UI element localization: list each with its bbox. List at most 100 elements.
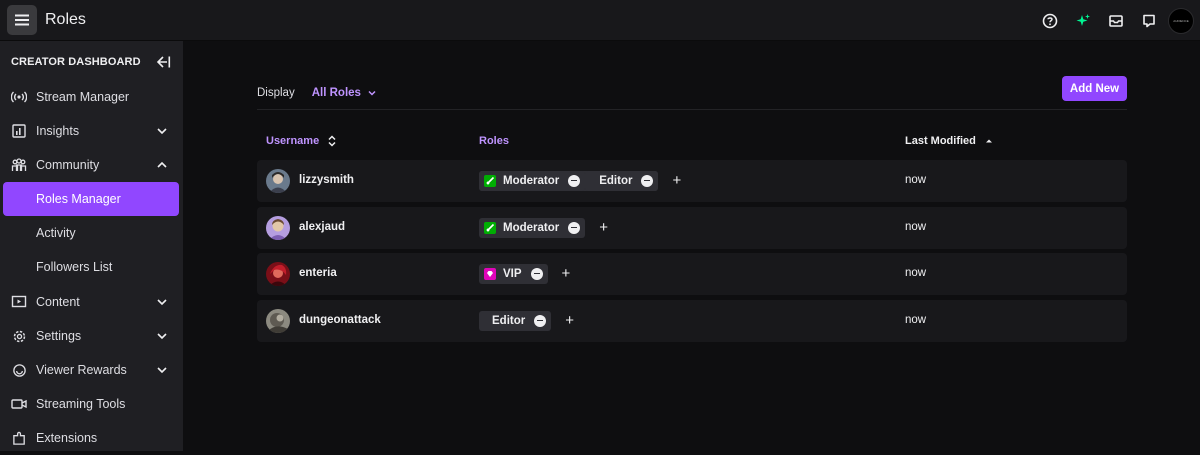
user-avatar [266,262,290,286]
add-role-icon[interactable]: + [672,173,681,188]
avatar-logo-text: AUDIENCE [1173,19,1189,23]
sidebar-item-label: Streaming Tools [36,397,126,411]
display-label: Display [257,86,295,99]
extensions-icon [10,429,28,447]
last-modified: now [905,221,927,233]
sidebar: CREATOR DASHBOARD Stream Manager Insight… [0,41,183,451]
role-chip-editor: Editor [479,310,552,331]
add-role-icon[interactable]: + [562,266,571,281]
sidebar-item-viewer-rewards[interactable]: Viewer Rewards [3,353,179,387]
sort-ascending-icon [985,139,992,143]
sidebar-title: CREATOR DASHBOARD [11,56,141,68]
column-header-label: Roles [479,135,509,147]
table-header: Username Roles Last Modified [257,133,1127,153]
chevron-down-icon [157,128,167,135]
role-chip-editor: Editor [585,170,659,191]
community-icon [10,156,28,174]
sidebar-item-label: Activity [36,226,76,240]
chevron-up-icon [157,161,167,168]
help-button[interactable] [1033,6,1066,36]
role-chips: Editor + [479,310,574,331]
sidebar-item-label: Settings [36,329,82,343]
username: lizzysmith [299,174,354,186]
add-new-button[interactable]: Add New [1062,76,1127,101]
page-title: Roles [45,11,86,28]
role-chips: Moderator Editor + [479,170,681,191]
hamburger-icon [15,14,29,26]
top-bar: Roles AUDIENCE [0,0,1200,41]
rewards-icon [10,361,28,379]
remove-role-icon[interactable] [641,174,654,187]
broadcast-icon [10,88,28,106]
chevron-down-icon [157,367,167,374]
remove-role-icon[interactable] [534,314,547,327]
sidebar-item-content[interactable]: Content [3,285,179,319]
collapse-sidebar-icon[interactable] [155,55,171,69]
sidebar-item-streaming-tools[interactable]: Streaming Tools [3,387,179,421]
sidebar-item-insights[interactable]: Insights [3,114,179,148]
remove-role-icon[interactable] [530,267,543,280]
roles-filter-dropdown[interactable]: All Roles [312,87,378,99]
table-row[interactable]: alexjaud Moderator + now [257,207,1127,249]
sparkle-button[interactable] [1066,6,1099,36]
role-label: Moderator [503,221,560,234]
last-modified: now [905,314,927,326]
hamburger-menu-button[interactable] [7,5,37,35]
sidebar-item-settings[interactable]: Settings [3,319,179,353]
user-avatar[interactable]: AUDIENCE [1168,8,1194,34]
last-modified: now [905,174,927,186]
sidebar-item-label: Community [36,158,100,172]
role-chip-moderator: Moderator [479,170,586,191]
sidebar-item-label: Roles Manager [36,192,121,206]
sidebar-item-label: Insights [36,124,80,138]
chevron-down-icon [368,90,376,96]
insights-icon [10,122,28,140]
whispers-button[interactable] [1132,6,1165,36]
sword-icon [484,174,496,187]
sidebar-item-label: Stream Manager [36,90,130,104]
column-header-roles: Roles [479,135,509,147]
role-chips: VIP + [479,263,570,284]
table-row[interactable]: dungeonattack Editor + now [257,300,1127,342]
role-chip-vip: VIP [479,263,548,284]
sidebar-item-roles-manager[interactable]: Roles Manager [3,182,179,216]
inbox-button[interactable] [1099,6,1132,36]
sidebar-item-label: Extensions [36,431,98,445]
role-label: Moderator [503,174,560,187]
remove-role-icon[interactable] [568,221,581,234]
add-role-icon[interactable]: + [599,220,608,235]
table-row[interactable]: enteria VIP + now [257,253,1127,295]
sidebar-item-community[interactable]: Community [3,148,179,182]
help-icon [1042,13,1057,29]
sort-icon [328,135,336,147]
diamond-icon [484,267,496,280]
role-label: Editor [599,174,633,187]
sidebar-item-label: Followers List [36,260,113,274]
whispers-icon [1142,14,1155,28]
remove-role-icon[interactable] [568,174,581,187]
sidebar-item-stream-manager[interactable]: Stream Manager [3,80,179,114]
user-avatar [266,216,290,240]
role-label: Editor [492,314,526,327]
role-chip-moderator: Moderator [479,217,586,238]
sidebar-item-label: Content [36,295,80,309]
table-row[interactable]: lizzysmith Moderator Editor + now [257,160,1127,202]
sidebar-item-extensions[interactable]: Extensions [3,421,179,455]
column-header-username[interactable]: Username [266,135,337,147]
sword-icon [484,221,496,234]
add-role-icon[interactable]: + [565,313,574,328]
role-label: VIP [503,267,522,280]
roles-filter-value: All Roles [311,86,361,99]
sidebar-item-activity[interactable]: Activity [3,216,179,250]
column-header-label: Last Modified [905,135,976,147]
sparkle-icon [1076,14,1090,26]
sidebar-item-label: Viewer Rewards [36,363,127,377]
column-header-label: Username [266,135,320,147]
camera-icon [10,395,28,413]
column-header-last-modified[interactable]: Last Modified [905,135,994,147]
sidebar-item-followers-list[interactable]: Followers List [3,250,179,284]
inbox-icon [1108,15,1123,27]
username: alexjaud [299,221,346,233]
settings-icon [10,327,28,345]
role-chips: Moderator + [479,217,608,238]
